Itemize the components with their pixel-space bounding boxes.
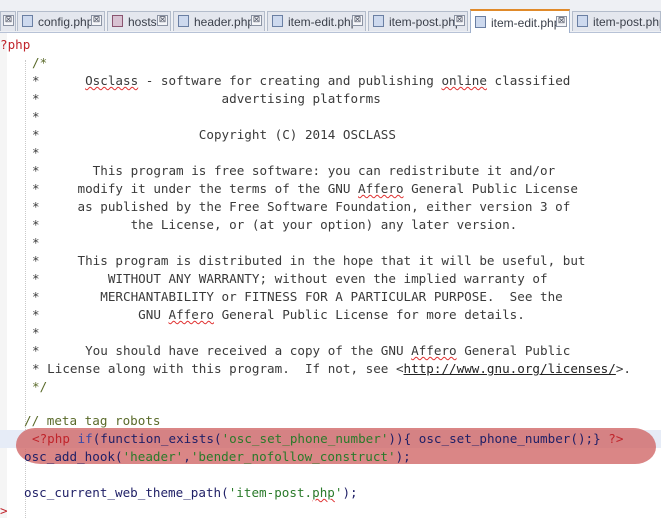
code-line: // meta tag robots [24,413,161,428]
tab-label: item-post.php [593,15,661,29]
tab-partial-close[interactable]: ⊠ [0,11,16,31]
code-line: * This program is distributed in the hop… [32,253,586,268]
code-line: */ [32,379,48,394]
editor-tab-bar: ⊠ config.php ⊠ hosts ⊠ header.php ⊠ item… [0,0,661,33]
code-line: * advertising platforms [32,91,381,106]
code-line: * as published by the Free Software Foun… [32,199,571,214]
hosts-file-icon [112,15,123,27]
license-link[interactable]: http://www.gnu.org/licenses/ [404,361,616,376]
code-line: * MERCHANTABILITY or FITNESS FOR A PARTI… [32,289,563,304]
code-line: > [0,503,8,518]
code-line: * [32,145,40,160]
code-line: * modify it under the terms of the GNU A… [32,181,578,196]
php-file-icon [272,15,283,27]
close-icon[interactable]: ⊠ [157,15,168,26]
tab-label: item-edit.php [288,15,358,29]
tab-label: item-edit.php [491,16,561,30]
tab-config-php[interactable]: config.php ⊠ [17,11,105,31]
code-line: * This program is free software: you can… [32,163,556,178]
code-editor[interactable]: ?php /* * Osclass - software for creatin… [0,33,661,518]
tab-label: header.php [194,15,255,29]
code-line: /* [32,55,48,70]
code-line: * You should have received a copy of the… [32,343,571,358]
code-line-highlighted: <?php if(function_exists('osc_set_phone_… [32,431,624,446]
code-line: * License along with this program. If no… [32,361,632,376]
code-line: osc_current_web_theme_path('item-post.ph… [24,485,358,500]
code-line: * [32,109,40,124]
close-icon[interactable]: ⊠ [454,15,465,26]
tab-item-edit-php[interactable]: item-edit.php ⊠ [267,11,366,31]
tab-label: item-post.php [389,15,462,29]
code-line: * [32,325,40,340]
php-file-icon [475,16,486,28]
code-line: * [32,235,40,250]
close-icon[interactable]: ⊠ [91,15,102,26]
code-line: * Osclass - software for creating and pu… [32,73,571,88]
php-file-icon [373,15,384,27]
tab-hosts[interactable]: hosts ⊠ [107,11,171,31]
code-line: * GNU Affero General Public License for … [32,307,525,322]
php-file-icon [577,15,588,27]
close-icon[interactable]: ⊠ [3,15,14,26]
tab-header-php[interactable]: header.php ⊠ [173,11,265,31]
code-line: osc_add_hook('header','bender_nofollow_c… [24,449,411,464]
php-file-icon [22,15,33,27]
close-icon[interactable]: ⊠ [556,16,567,27]
code-line: * WITHOUT ANY WARRANTY; without even the… [32,271,548,286]
close-icon[interactable]: ⊠ [251,15,262,26]
close-icon[interactable]: ⊠ [352,15,363,26]
tab-label: hosts [128,15,157,29]
code-line: * the License, or (at your option) any l… [32,217,518,232]
tab-item-post-php[interactable]: item-post.php ⊠ [368,11,468,31]
tab-label: config.php [38,15,94,29]
tab-item-post-php-2[interactable]: item-post.php [572,11,661,31]
php-file-icon [178,15,189,27]
tab-item-edit-php-active[interactable]: item-edit.php ⊠ [470,9,570,33]
code-line: * Copyright (C) 2014 OSCLASS [32,127,396,142]
code-line: ?php [0,37,31,52]
